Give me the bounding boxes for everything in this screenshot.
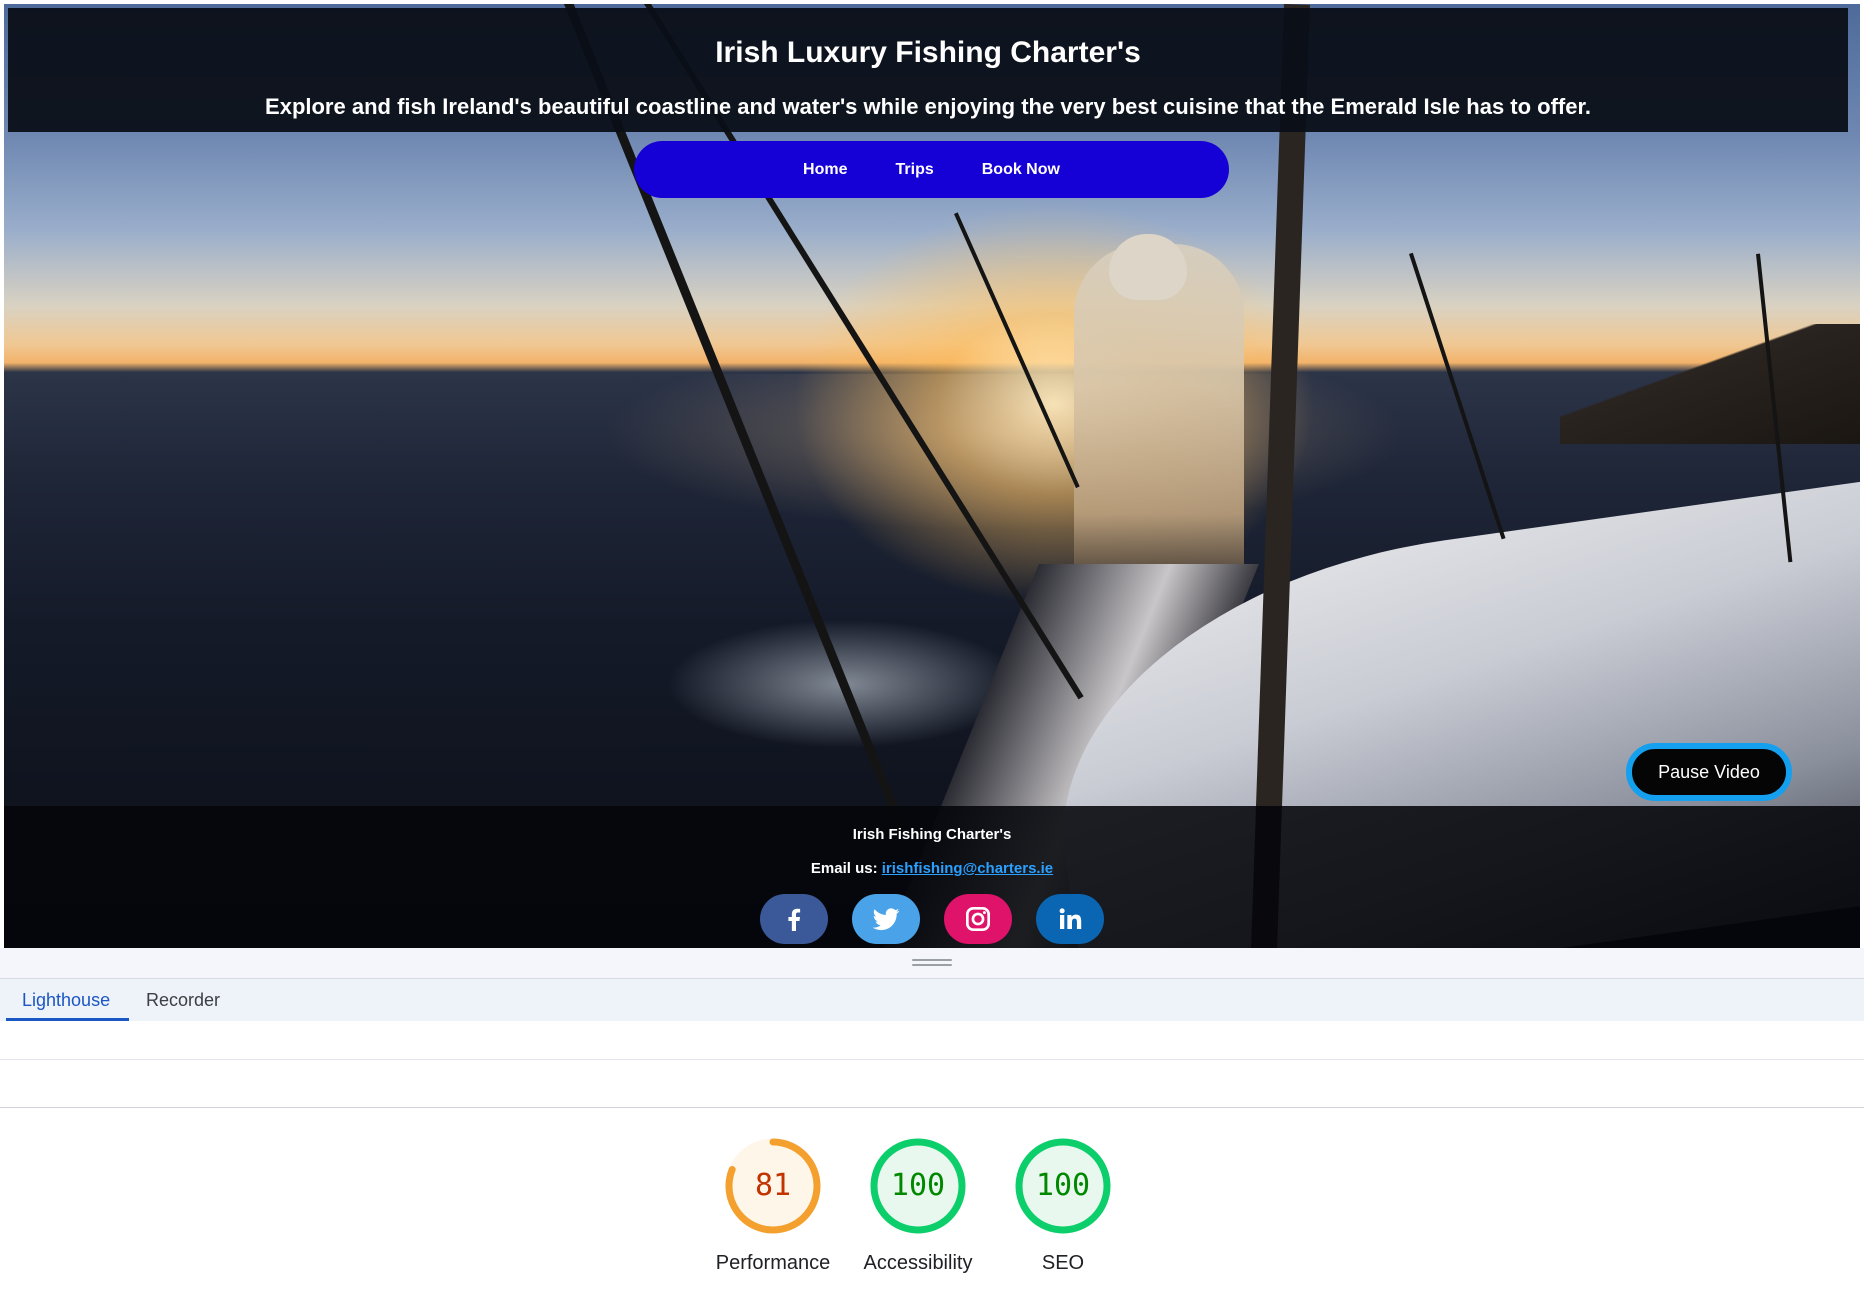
headland <box>1560 324 1860 444</box>
main-nav: Home Trips Book Now <box>634 141 1229 198</box>
score-value: 100 <box>1035 1168 1091 1203</box>
instagram-link[interactable] <box>944 894 1012 944</box>
twitter-link[interactable] <box>852 894 920 944</box>
footer-email: Email us: irishfishing@charters.ie <box>4 860 1860 877</box>
footer-company-name: Irish Fishing Charter's <box>852 826 1012 843</box>
divider <box>0 1059 1864 1060</box>
score-label: SEO <box>1041 1252 1085 1274</box>
score-value: 81 <box>754 1168 792 1203</box>
nav-home-link[interactable]: Home <box>803 161 847 179</box>
facebook-icon <box>788 908 801 931</box>
gauge-accessibility[interactable]: 100 Accessibility <box>838 1136 998 1275</box>
drag-handle-icon <box>912 959 952 967</box>
gauge-performance[interactable]: 81 Performance <box>693 1136 853 1275</box>
score-label: Accessibility <box>863 1252 973 1274</box>
social-links <box>4 894 1860 944</box>
score-label: Performance <box>715 1252 831 1274</box>
nav-book-now-link[interactable]: Book Now <box>982 161 1060 179</box>
site-title: Irish Luxury Fishing Charter's <box>715 36 1141 69</box>
linkedin-link[interactable] <box>1036 894 1104 944</box>
tab-recorder[interactable]: Recorder <box>130 979 236 1021</box>
tab-lighthouse[interactable]: Lighthouse <box>6 979 129 1021</box>
devtools-tabbar: Lighthouse Recorder <box>0 978 1864 1022</box>
fisherman-cap <box>1109 234 1187 300</box>
facebook-link[interactable] <box>760 894 828 944</box>
site-footer: Irish Fishing Charter's Email us: irishf… <box>4 806 1860 948</box>
twitter-icon <box>872 908 900 931</box>
footer-email-link[interactable]: irishfishing@charters.ie <box>882 860 1053 877</box>
nav-trips-link[interactable]: Trips <box>896 161 934 179</box>
site-tagline: Explore and fish Ireland's beautiful coa… <box>265 94 1591 119</box>
divider <box>0 1107 1864 1108</box>
site-header: Irish Luxury Fishing Charter's Explore a… <box>8 8 1848 132</box>
panel-resize-handle[interactable] <box>0 948 1864 978</box>
score-value: 100 <box>890 1168 946 1203</box>
linkedin-icon <box>1059 908 1082 929</box>
instagram-icon <box>966 907 990 931</box>
footer-email-label: Email us: <box>810 860 878 877</box>
pause-video-button[interactable]: Pause Video <box>1626 743 1792 801</box>
gauge-seo[interactable]: 100 SEO <box>983 1136 1143 1275</box>
